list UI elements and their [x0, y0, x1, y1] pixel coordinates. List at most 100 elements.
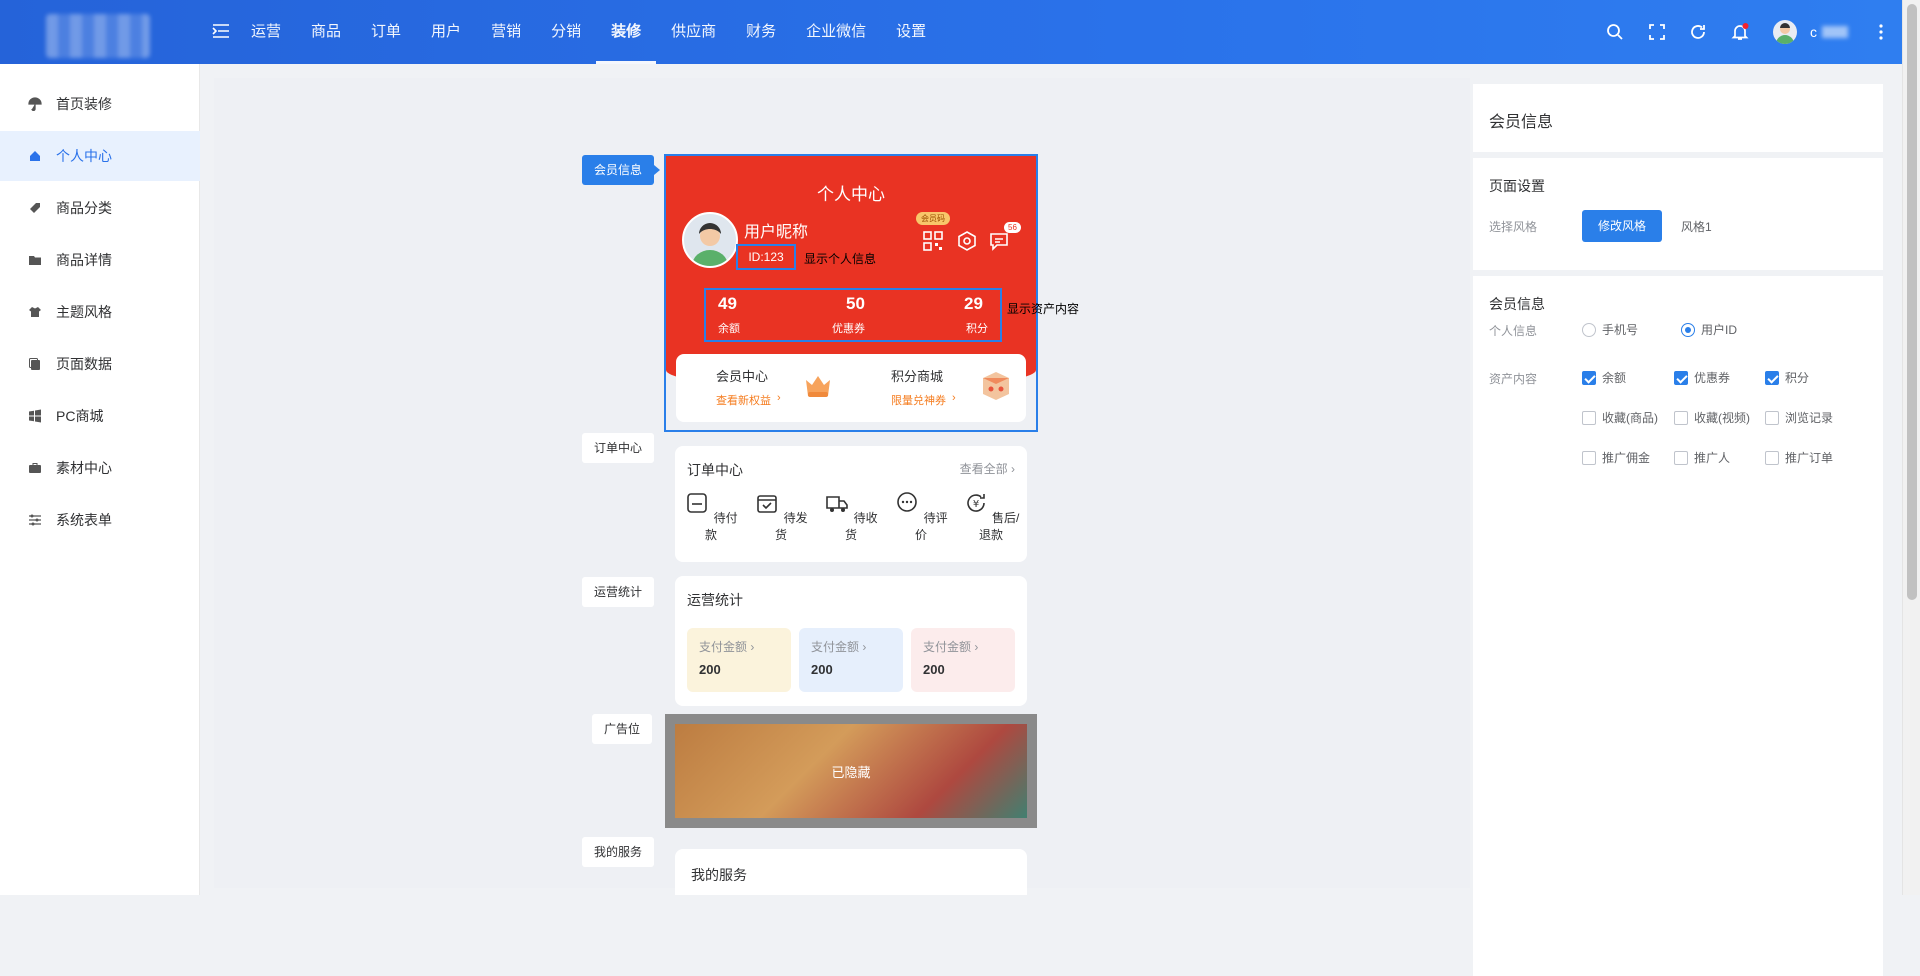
sidebar-item-goods-category[interactable]: 商品分类: [0, 183, 200, 233]
my-service-card[interactable]: 我的服务: [675, 849, 1027, 895]
settings-icon[interactable]: [956, 230, 978, 252]
checkbox-points[interactable]: 积分: [1765, 369, 1809, 386]
more-vertical-icon[interactable]: [1877, 22, 1885, 42]
sidebar: 首页装修 个人中心 商品分类 商品详情 主题风格 页面数据 PC商城 素材中心 …: [0, 64, 200, 895]
checkbox-fav-goods[interactable]: 收藏(商品): [1582, 409, 1658, 426]
sidebar-item-personal-center[interactable]: 个人中心: [0, 131, 200, 181]
checkbox-commission[interactable]: 推广佣金: [1582, 449, 1650, 466]
refresh-icon[interactable]: [1688, 22, 1708, 42]
nav-item-supplier[interactable]: 供应商: [656, 0, 731, 64]
checkbox-label: 优惠券: [1694, 371, 1731, 385]
briefcase-icon: [29, 463, 41, 473]
order-after-sale[interactable]: ¥ 售后/退款: [961, 490, 1021, 543]
radio-circle: [1681, 322, 1695, 337]
order-pending-payment[interactable]: 待付款: [681, 490, 741, 543]
nav-item-wecom[interactable]: 企业微信: [791, 0, 881, 64]
asset-value: 50: [846, 294, 865, 313]
points-mall-entry[interactable]: 积分商城 限量兑神券 ›: [851, 354, 1026, 422]
umbrella-icon: [28, 97, 42, 111]
checkbox-label: 推广人: [1694, 451, 1731, 465]
nav-item-users[interactable]: 用户: [416, 0, 476, 64]
stat-card[interactable]: 支付金额 › 200: [911, 628, 1015, 692]
folder-icon: [29, 256, 41, 265]
nav-item-decoration[interactable]: 装修: [596, 0, 657, 64]
checkbox-box: [1582, 410, 1596, 425]
sidebar-item-page-data[interactable]: 页面数据: [0, 339, 200, 389]
nav-item-finance[interactable]: 财务: [731, 0, 791, 64]
view-all-link[interactable]: 查看全部 ›: [960, 460, 1015, 477]
ad-component[interactable]: 已隐藏: [665, 714, 1037, 828]
comment-icon: [897, 492, 918, 512]
operation-stats-card[interactable]: 运营统计 支付金额 › 200 支付金额 › 200 支付金额 › 200: [675, 576, 1027, 706]
nav-item-marketing[interactable]: 营销: [476, 0, 536, 64]
menu-collapse-icon[interactable]: [212, 22, 230, 40]
member-info-component[interactable]: 个人中心 用户昵称 ID:123 显示个人信息 会员码 56 49 余额 50 …: [664, 154, 1038, 432]
component-tag-my-service[interactable]: 我的服务: [582, 837, 655, 867]
my-service-title: 我的服务: [691, 867, 747, 883]
stat-card[interactable]: 支付金额 › 200: [799, 628, 903, 692]
page-settings-title: 页面设置: [1489, 178, 1545, 194]
order-label: 待发货: [774, 511, 808, 542]
message-icon[interactable]: [988, 230, 1010, 252]
sidebar-item-theme-style[interactable]: 主题风格: [0, 287, 200, 337]
member-center-entry[interactable]: 会员中心 查看新权益 ›: [676, 354, 851, 422]
stat-value: 200: [811, 662, 833, 677]
sidebar-item-label: 页面数据: [56, 356, 112, 372]
sidebar-item-system-form[interactable]: 系统表单: [0, 495, 200, 545]
scrollbar-thumb[interactable]: [1907, 4, 1917, 600]
user-name-redacted: [1822, 26, 1848, 38]
checkbox-box: [1582, 450, 1596, 465]
checkbox-fav-video[interactable]: 收藏(视频): [1674, 409, 1750, 426]
checkbox-browse-history[interactable]: 浏览记录: [1765, 409, 1833, 426]
checkbox-label: 余额: [1602, 371, 1627, 385]
component-tag-operation-stats[interactable]: 运营统计: [582, 577, 655, 607]
radio-user-id[interactable]: 用户ID: [1681, 321, 1737, 338]
brand-logo[interactable]: [46, 14, 150, 58]
hidden-label: 已隐藏: [831, 765, 871, 780]
entry-subtitle: 查看新权益: [716, 395, 771, 407]
user-avatar[interactable]: [1773, 20, 1797, 44]
wallet-icon: [687, 493, 708, 513]
modify-style-button[interactable]: 修改风格: [1582, 210, 1662, 242]
stat-label: 支付金额 ›: [699, 640, 755, 654]
style-value: 风格1: [1681, 220, 1712, 234]
entry-title: 积分商城: [891, 369, 944, 384]
fullscreen-icon[interactable]: [1647, 22, 1667, 42]
component-tag-member-info[interactable]: 会员信息: [582, 155, 661, 185]
order-pending-shipment[interactable]: 待发货: [751, 490, 811, 543]
component-tag-ad[interactable]: 广告位: [592, 714, 653, 744]
user-name[interactable]: c: [1810, 24, 1817, 40]
shop-box-icon: [983, 372, 1009, 400]
checkbox-box: [1674, 410, 1688, 425]
radio-phone[interactable]: 手机号: [1582, 321, 1638, 338]
order-center-card[interactable]: 订单中心 查看全部 › 待付款 待发货 待收货 待评价 ¥ 售后/退款: [675, 446, 1027, 562]
sidebar-item-pc-mall[interactable]: PC商城: [0, 391, 200, 441]
sidebar-item-material-center[interactable]: 素材中心: [0, 443, 200, 493]
bell-icon[interactable]: [1730, 22, 1750, 42]
sidebar-item-goods-detail[interactable]: 商品详情: [0, 235, 200, 285]
panel-header: 会员信息: [1473, 84, 1883, 152]
sidebar-item-label: 商品详情: [56, 252, 112, 268]
checkbox-balance[interactable]: 余额: [1582, 369, 1626, 386]
qrcode-icon[interactable]: [922, 230, 944, 252]
search-icon[interactable]: [1605, 22, 1625, 42]
component-tag-order-center[interactable]: 订单中心: [582, 433, 655, 463]
page-scrollbar[interactable]: [1902, 0, 1920, 895]
operation-stats-title: 运营统计: [687, 592, 743, 608]
order-pending-receipt[interactable]: 待收货: [821, 490, 881, 543]
nav-item-operation[interactable]: 运营: [236, 0, 296, 64]
sidebar-item-label: 个人中心: [56, 148, 112, 164]
nav-item-goods[interactable]: 商品: [296, 0, 356, 64]
sidebar-item-home-decoration[interactable]: 首页装修: [0, 79, 200, 129]
checkbox-coupon[interactable]: 优惠券: [1674, 369, 1730, 386]
stat-card[interactable]: 支付金额 › 200: [687, 628, 791, 692]
member-entry-cards: 会员中心 查看新权益 › 积分商城 限量兑神券 ›: [676, 354, 1026, 422]
nav-item-settings[interactable]: 设置: [881, 0, 941, 64]
nav-item-orders[interactable]: 订单: [356, 0, 416, 64]
checkbox-promo-orders[interactable]: 推广订单: [1765, 449, 1833, 466]
order-pending-review[interactable]: 待评价: [891, 490, 951, 543]
checkbox-promoter[interactable]: 推广人: [1674, 449, 1730, 466]
nav-item-distribution[interactable]: 分销: [536, 0, 596, 64]
style-label: 选择风格: [1489, 220, 1538, 234]
svg-text:¥: ¥: [972, 499, 978, 510]
